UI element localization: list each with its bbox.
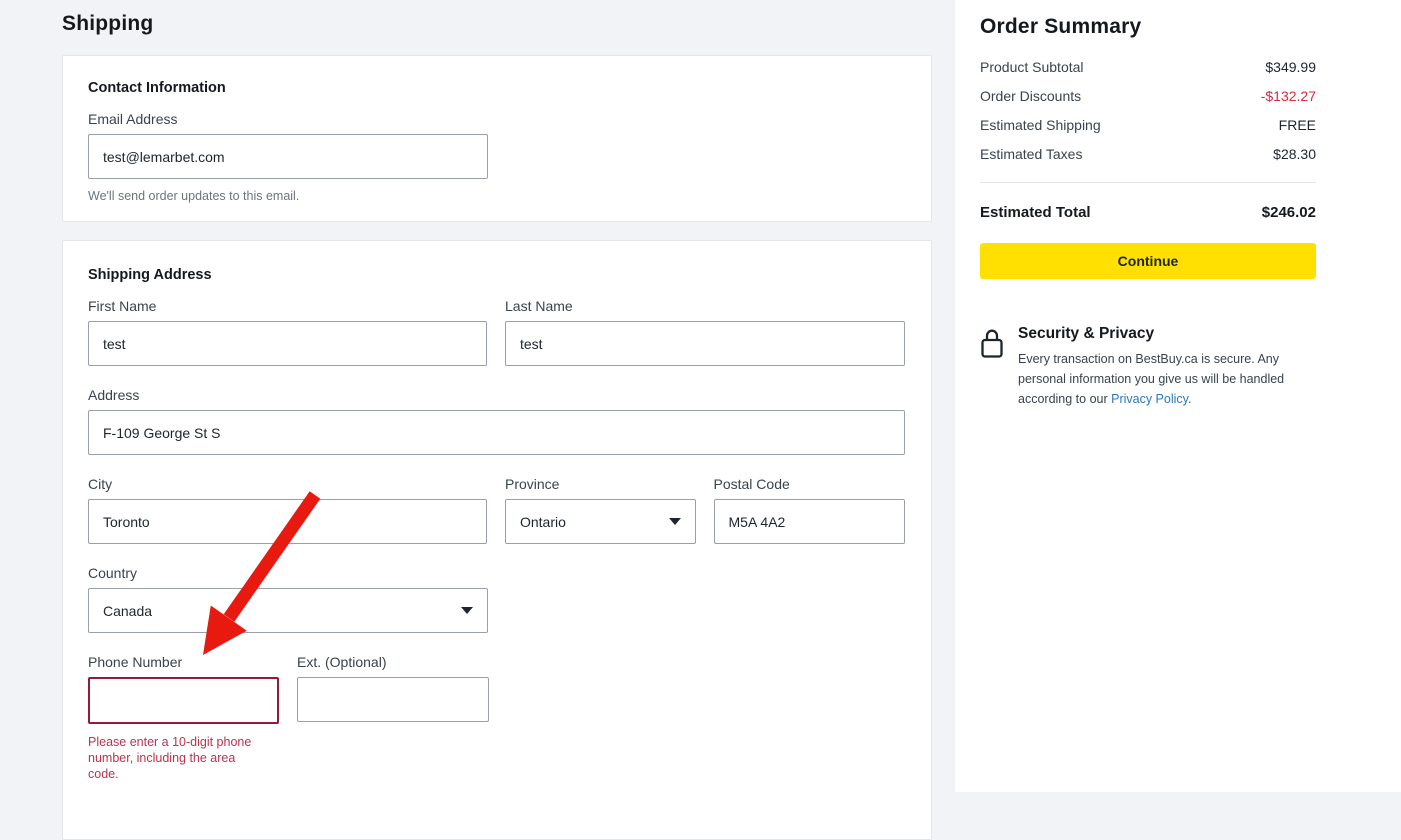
first-name-input[interactable] bbox=[88, 321, 487, 366]
country-select-value: Canada bbox=[103, 603, 152, 619]
last-name-label: Last Name bbox=[505, 298, 905, 314]
contact-information-card: Contact Information Email Address We'll … bbox=[62, 55, 932, 222]
estimated-total-row: Estimated Total $246.02 bbox=[980, 204, 1316, 221]
contact-information-heading: Contact Information bbox=[88, 80, 905, 96]
email-input[interactable] bbox=[88, 134, 488, 179]
email-label: Email Address bbox=[88, 111, 905, 127]
order-summary-panel: Order Summary Product Subtotal $349.99 O… bbox=[955, 0, 1401, 792]
security-privacy-heading: Security & Privacy bbox=[1018, 325, 1310, 343]
email-helper-text: We'll send order updates to this email. bbox=[88, 189, 905, 203]
summary-value: $349.99 bbox=[1265, 60, 1316, 75]
security-body-period: . bbox=[1188, 392, 1191, 406]
security-privacy-section: Security & Privacy Every transaction on … bbox=[980, 325, 1316, 409]
summary-label: Order Discounts bbox=[980, 89, 1081, 104]
page-title: Shipping bbox=[62, 12, 153, 36]
summary-row-estimated-taxes: Estimated Taxes $28.30 bbox=[980, 147, 1316, 162]
summary-value: $28.30 bbox=[1273, 147, 1316, 162]
security-privacy-body: Every transaction on BestBuy.ca is secur… bbox=[1018, 349, 1310, 409]
summary-value: FREE bbox=[1279, 118, 1316, 133]
address-input[interactable] bbox=[88, 410, 905, 455]
summary-value-discount: -$132.27 bbox=[1261, 89, 1316, 104]
summary-row-estimated-shipping: Estimated Shipping FREE bbox=[980, 118, 1316, 133]
summary-label: Product Subtotal bbox=[980, 60, 1084, 75]
privacy-policy-link[interactable]: Privacy Policy bbox=[1111, 392, 1188, 406]
summary-label: Estimated Taxes bbox=[980, 147, 1082, 162]
first-name-label: First Name bbox=[88, 298, 487, 314]
shipping-address-card: Shipping Address First Name Last Name Ad… bbox=[62, 240, 932, 840]
summary-divider bbox=[980, 182, 1316, 183]
province-select-value: Ontario bbox=[520, 514, 566, 530]
postal-code-label: Postal Code bbox=[714, 476, 906, 492]
phone-number-label: Phone Number bbox=[88, 654, 279, 670]
continue-button[interactable]: Continue bbox=[980, 243, 1316, 279]
postal-code-input[interactable] bbox=[714, 499, 906, 544]
country-label: Country bbox=[88, 565, 488, 581]
summary-row-product-subtotal: Product Subtotal $349.99 bbox=[980, 60, 1316, 75]
city-label: City bbox=[88, 476, 487, 492]
estimated-total-value: $246.02 bbox=[1262, 204, 1316, 221]
estimated-total-label: Estimated Total bbox=[980, 204, 1091, 221]
ext-label: Ext. (Optional) bbox=[297, 654, 489, 670]
country-select[interactable]: Canada bbox=[88, 588, 488, 633]
caret-down-icon bbox=[669, 518, 681, 525]
province-select[interactable]: Ontario bbox=[505, 499, 696, 544]
lock-icon bbox=[980, 327, 1004, 409]
province-label: Province bbox=[505, 476, 696, 492]
phone-number-input[interactable] bbox=[88, 677, 279, 724]
phone-error-message: Please enter a 10-digit phone number, in… bbox=[88, 734, 266, 782]
shipping-address-heading: Shipping Address bbox=[88, 267, 905, 283]
caret-down-icon bbox=[461, 607, 473, 614]
city-input[interactable] bbox=[88, 499, 487, 544]
summary-row-order-discounts: Order Discounts -$132.27 bbox=[980, 89, 1316, 104]
address-label: Address bbox=[88, 387, 905, 403]
summary-label: Estimated Shipping bbox=[980, 118, 1101, 133]
last-name-input[interactable] bbox=[505, 321, 905, 366]
ext-input[interactable] bbox=[297, 677, 489, 722]
order-summary-heading: Order Summary bbox=[980, 15, 1316, 39]
